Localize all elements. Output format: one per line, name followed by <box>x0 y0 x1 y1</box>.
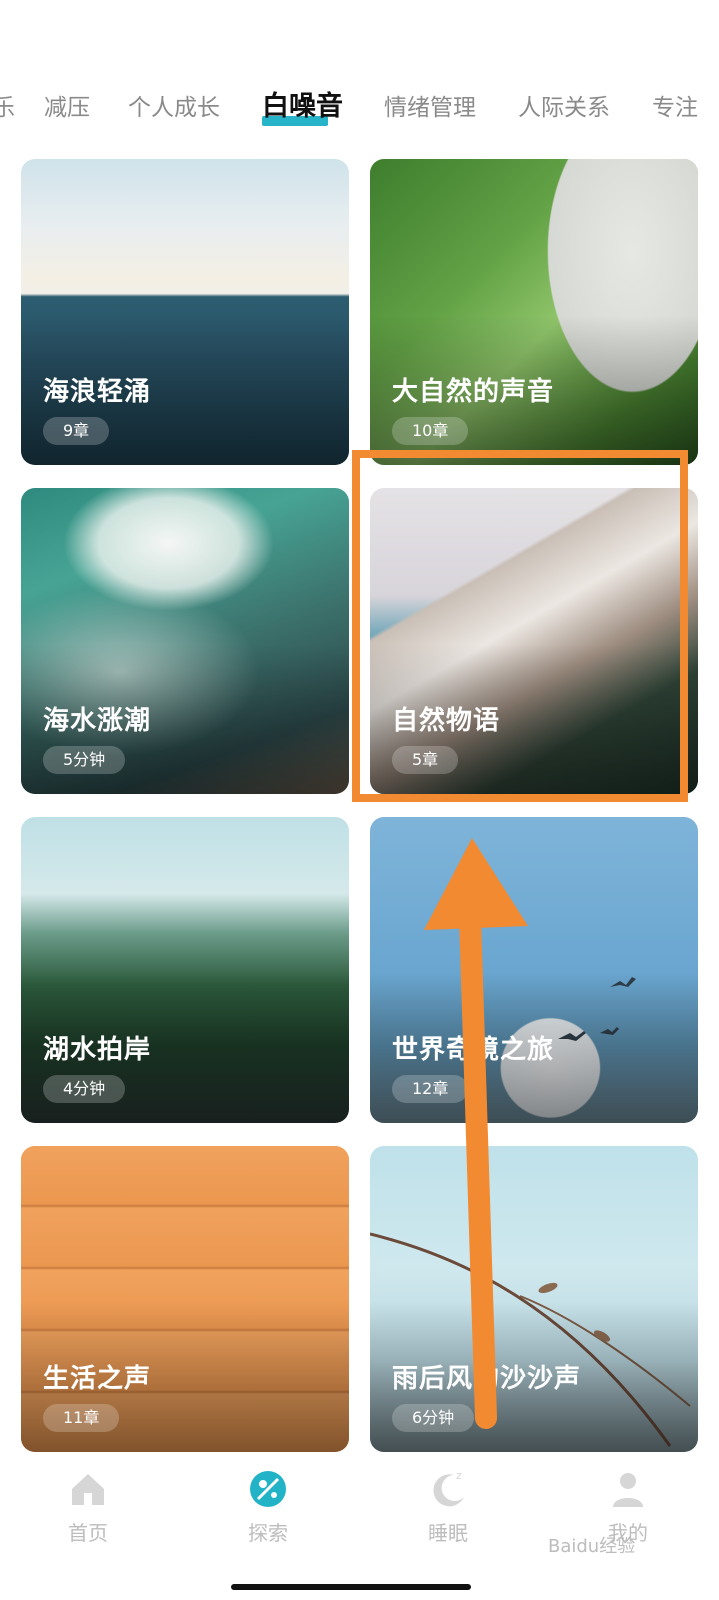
card-title: 海水涨潮 <box>43 706 152 736</box>
card-world-wonders[interactable]: 世界奇境之旅 12章 <box>370 817 698 1123</box>
nav-home[interactable]: 首页 <box>28 1465 148 1546</box>
card-meta-badge: 12章 <box>392 1075 469 1103</box>
card-meta-badge: 5章 <box>392 746 459 774</box>
card-rustling-wind[interactable]: 雨后风的沙沙声 6分钟 <box>370 1146 698 1452</box>
nav-explore-label: 探索 <box>248 1521 288 1545</box>
card-title: 自然物语 <box>392 706 501 736</box>
tab-music[interactable]: 乐 <box>0 88 15 122</box>
card-rising-tide[interactable]: 海水涨潮 5分钟 <box>21 488 349 794</box>
card-meta-badge: 4分钟 <box>43 1075 126 1103</box>
card-meta-badge: 10章 <box>392 417 469 445</box>
tab-stress-relief[interactable]: 减压 <box>44 88 90 122</box>
user-icon <box>613 1473 643 1507</box>
card-title: 生活之声 <box>43 1364 152 1394</box>
card-meta-badge: 5分钟 <box>43 746 126 774</box>
card-nature-sounds[interactable]: 大自然的声音 10章 <box>370 159 698 465</box>
card-meta-badge: 6分钟 <box>392 1404 475 1432</box>
card-title: 大自然的声音 <box>392 377 555 407</box>
moon-icon: z <box>433 1469 464 1507</box>
nav-sleep-label: 睡眠 <box>428 1521 468 1545</box>
card-sounds-of-life[interactable]: 生活之声 11章 <box>21 1146 349 1452</box>
card-ocean-waves[interactable]: 海浪轻涌 9章 <box>21 159 349 465</box>
card-title: 湖水拍岸 <box>43 1035 152 1065</box>
home-indicator[interactable] <box>231 1584 471 1590</box>
nav-explore[interactable]: 探索 <box>208 1465 328 1546</box>
tab-personal-growth[interactable]: 个人成长 <box>128 88 220 122</box>
card-title: 海浪轻涌 <box>43 377 152 407</box>
tab-focus[interactable]: 专注 <box>652 88 698 122</box>
home-icon <box>72 1474 104 1505</box>
tab-emotion-management[interactable]: 情绪管理 <box>384 88 476 122</box>
tab-white-noise[interactable]: 白噪音 <box>262 84 343 123</box>
card-title: 世界奇境之旅 <box>392 1035 555 1065</box>
nav-sleep[interactable]: z 睡眠 <box>388 1465 508 1546</box>
nav-home-label: 首页 <box>68 1521 108 1545</box>
card-title: 雨后风的沙沙声 <box>392 1364 582 1394</box>
card-meta-badge: 11章 <box>43 1404 120 1432</box>
baidu-watermark: Baidu经验 <box>548 1536 636 1557</box>
compass-icon <box>250 1471 286 1507</box>
svg-text:z: z <box>456 1469 462 1482</box>
card-meta-badge: 9章 <box>43 417 110 445</box>
card-nature-story[interactable]: 自然物语 5章 <box>370 488 698 794</box>
tab-relationships[interactable]: 人际关系 <box>518 88 610 122</box>
card-lake-shore[interactable]: 湖水拍岸 4分钟 <box>21 817 349 1123</box>
category-tabs: 乐 减压 个人成长 白噪音 情绪管理 人际关系 专注 <box>0 78 719 138</box>
